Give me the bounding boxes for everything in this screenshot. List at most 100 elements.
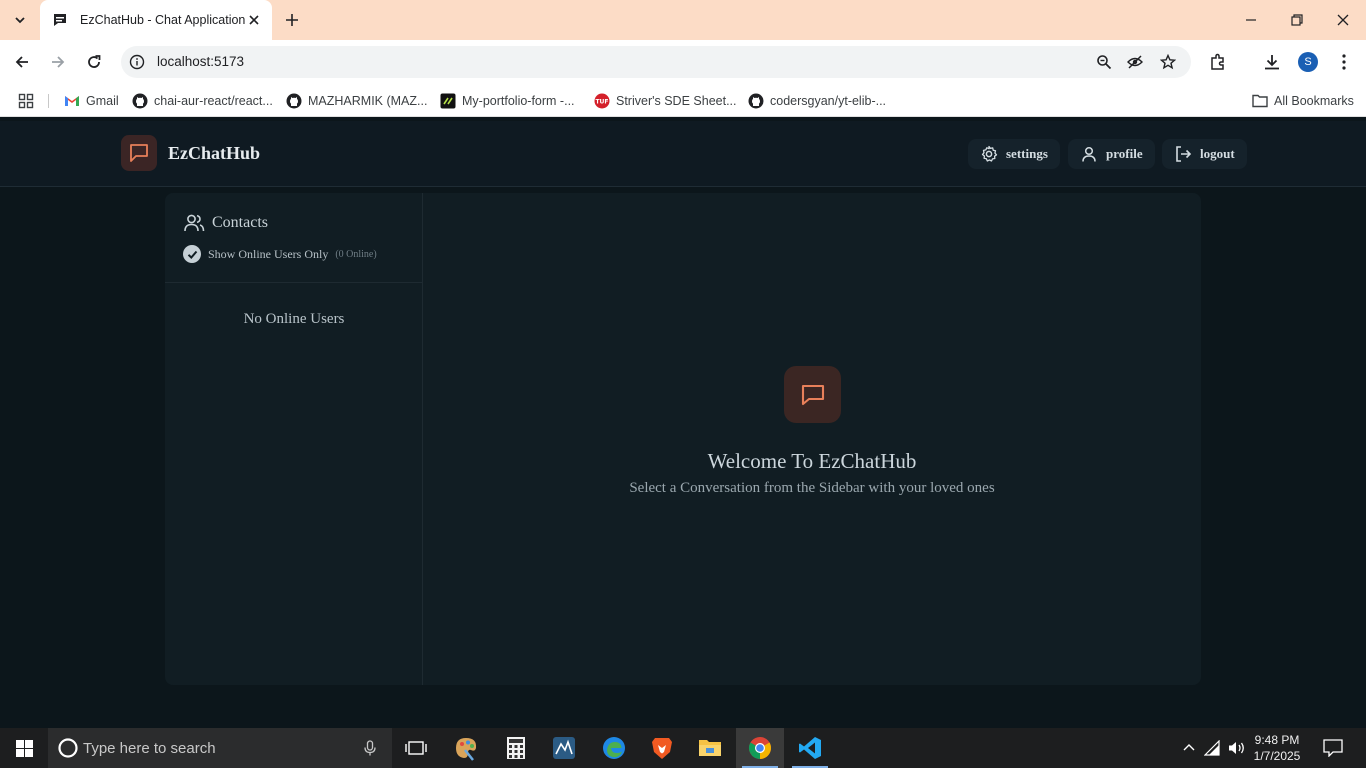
forward-button[interactable] [46,50,70,74]
bookmark-label: My-portfolio-form -... [462,94,575,108]
logout-label: logout [1200,146,1235,161]
settings-button[interactable]: settings [968,139,1060,169]
url-text: localhost:5173 [157,54,245,69]
restore-icon [1291,14,1303,26]
contacts-title: Contacts [212,214,268,231]
profile-label: profile [1106,146,1143,161]
windows-taskbar: Type here to search 9:48 PM 1/7/2025 [0,728,1366,768]
taskbar-mysql-workbench[interactable] [540,728,588,768]
folder-icon [1252,93,1268,109]
welcome-title: Welcome To EzChatHub [707,449,917,473]
edge-icon [603,737,625,759]
profile-button[interactable]: profile [1068,139,1155,169]
start-button[interactable] [0,728,48,768]
svg-text:TUF: TUF [595,99,608,106]
bookmark-mazharmik[interactable]: MAZHARMIK (MAZ... [286,92,427,110]
bookmark-label: chai-aur-react/react... [154,94,273,108]
chevron-up-icon [1183,744,1195,751]
taskbar-clock[interactable]: 9:48 PM 1/7/2025 [1244,732,1310,764]
close-window-button[interactable] [1320,0,1366,40]
browser-toolbar: localhost:5173 S [0,40,1366,84]
extensions-icon[interactable] [1208,52,1228,72]
taskbar-search[interactable]: Type here to search [48,728,392,768]
online-users-toggle[interactable]: Show Online Users Only (0 Online) [183,245,377,263]
bookmark-chai-aur-react[interactable]: chai-aur-react/react... [132,92,273,110]
taskbar-vscode[interactable] [786,728,834,768]
workbench-icon [553,737,575,759]
reload-icon [88,55,101,68]
show-hidden-icons[interactable] [1179,738,1199,758]
bookmark-separator [48,94,49,108]
action-center-button[interactable] [1318,736,1348,760]
browser-tab[interactable]: EzChatHub - Chat Application [40,0,272,40]
github-icon [286,93,302,109]
all-bookmarks-label: All Bookmarks [1274,94,1354,108]
chat-container: Contacts Show Online Users Only (0 Onlin… [165,193,1201,685]
checkmark-icon[interactable] [183,245,201,263]
app-brand[interactable]: EzChatHub [168,143,260,164]
taskbar-file-explorer[interactable] [686,728,734,768]
back-button[interactable] [10,50,34,74]
task-view-icon [405,741,427,755]
profile-avatar[interactable]: S [1298,52,1318,72]
star-icon[interactable] [1160,54,1176,70]
all-bookmarks-button[interactable]: All Bookmarks [1252,92,1354,110]
reload-button[interactable] [82,50,106,74]
bookmark-label: MAZHARMIK (MAZ... [308,94,428,108]
eye-slash-icon[interactable] [1127,54,1143,70]
users-icon [183,212,205,234]
empty-contacts-message: No Online Users [243,311,345,327]
paint-palette-icon [456,738,477,761]
logout-button[interactable]: logout [1162,139,1247,169]
apps-grid-icon [18,93,34,109]
download-icon[interactable] [1262,52,1282,72]
bookmark-striver-sde-sheet[interactable]: TUF Striver's SDE Sheet... [594,92,736,110]
apps-button[interactable] [18,92,40,110]
menu-dots-icon[interactable] [1334,52,1354,72]
gear-icon [980,145,998,163]
restore-button[interactable] [1274,0,1320,40]
calculator-icon [507,737,525,759]
bookmark-label: codersgyan/yt-elib-... [770,94,887,108]
wifi-icon [1204,740,1220,756]
bookmark-gmail[interactable]: Gmail [64,92,119,110]
network-status[interactable] [1203,738,1223,758]
taskbar-calculator[interactable] [492,728,540,768]
windows-logo-icon [15,739,33,757]
github-icon [748,93,764,109]
bookmark-label: Gmail [86,94,119,108]
portfolio-icon [440,93,456,109]
contacts-heading: Contacts [183,212,268,234]
new-tab-button[interactable] [280,8,304,32]
app-logo[interactable] [121,135,157,171]
bookmark-codersgyan[interactable]: codersgyan/yt-elib-... [748,92,886,110]
taskbar-edge[interactable] [590,728,638,768]
taskbar-paint[interactable] [442,728,490,768]
minimize-button[interactable] [1228,0,1274,40]
sidebar-header: Contacts Show Online Users Only (0 Onlin… [165,193,423,283]
close-tab-icon[interactable] [246,12,262,28]
chat-favicon-icon [52,12,68,28]
user-icon [1080,145,1098,163]
bookmark-portfolio-form[interactable]: My-portfolio-form -... [440,92,575,110]
welcome-panel: Welcome To EzChatHub Select a Conversati… [423,193,1201,685]
minimize-icon [1246,19,1256,21]
zoom-icon[interactable] [1096,54,1112,70]
microphone-icon[interactable] [362,740,378,756]
task-view-button[interactable] [392,728,440,768]
welcome-subtitle: Select a Conversation from the Sidebar w… [629,480,995,496]
folder-icon [699,740,721,756]
site-info-icon [129,54,145,70]
clock-time: 9:48 PM [1254,733,1300,747]
logout-icon [1174,145,1192,163]
online-toggle-label: Show Online Users Only [208,246,329,261]
bookmarks-bar: Gmail chai-aur-react/react... MAZHARMIK … [0,84,1366,117]
vscode-icon [799,737,821,759]
brave-icon [652,738,672,759]
taskbar-chrome[interactable] [736,728,784,768]
taskbar-brave[interactable] [638,728,686,768]
address-bar[interactable]: localhost:5173 [121,46,1191,78]
tab-search-button[interactable] [6,8,34,32]
welcome-logo [784,366,841,423]
chrome-icon [749,737,771,759]
